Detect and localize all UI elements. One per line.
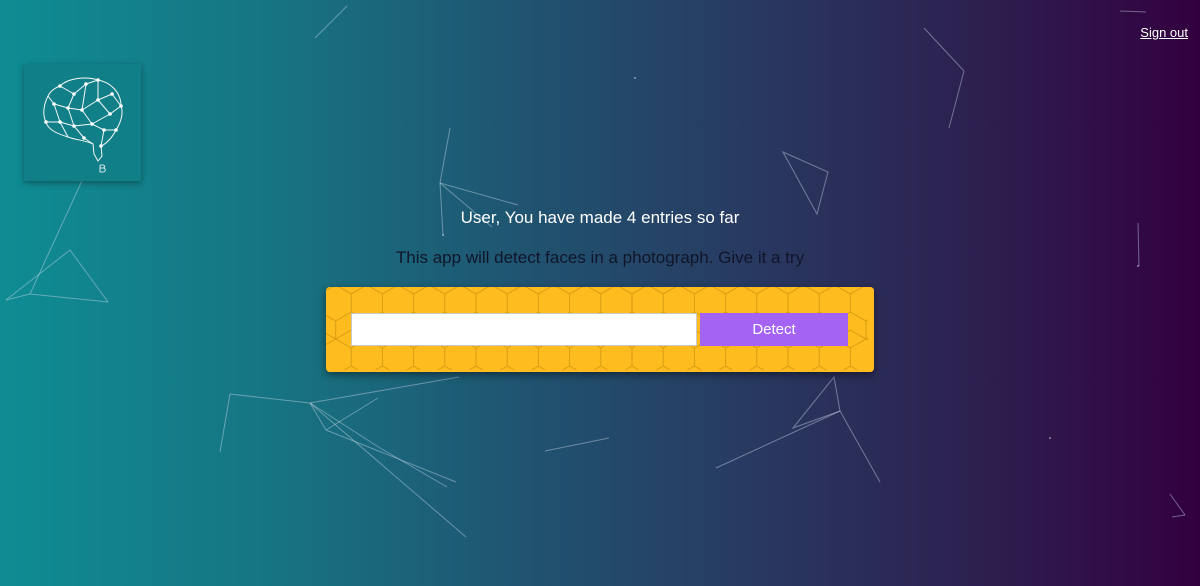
brain-network-icon [43,77,123,173]
detect-button[interactable]: Detect [700,313,848,346]
sign-out-link[interactable]: Sign out [1140,25,1188,40]
logo-card[interactable] [24,64,141,181]
image-url-input[interactable] [351,313,697,346]
entries-count-text: User, You have made 4 entries so far [460,208,740,227]
app-description: This app will detect faces in a photogra… [395,248,805,267]
image-link-form: Detect [326,287,874,372]
